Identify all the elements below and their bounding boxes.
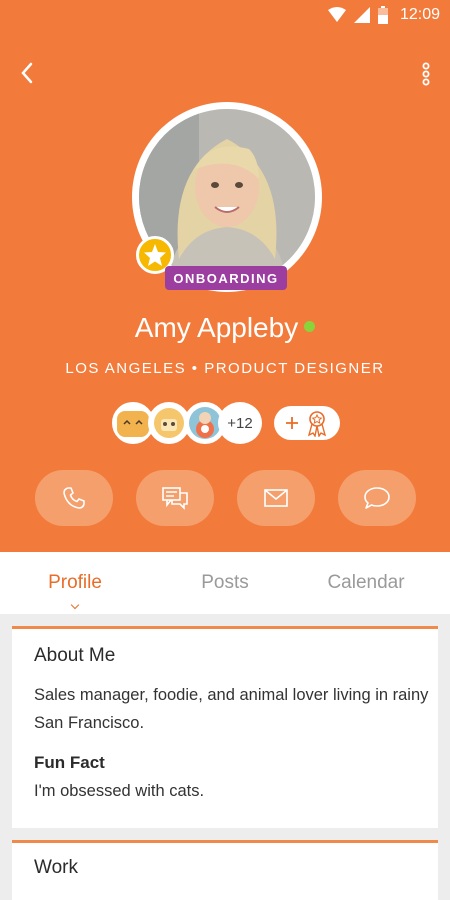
tab-profile[interactable]: Profile	[0, 552, 150, 614]
status-time: 12:09	[399, 6, 440, 23]
chat-icon	[364, 487, 390, 509]
mail-icon	[264, 489, 288, 507]
profile-name-text: Amy Appleby	[134, 312, 299, 343]
profile-header: 12:09 ONBOARDING Amy Appleby LOS ANGELES…	[0, 0, 450, 552]
work-title: Work	[34, 857, 78, 878]
team-more-count[interactable]: +12	[218, 402, 262, 444]
tab-calendar[interactable]: Calendar	[291, 552, 441, 614]
onboarding-badge: ONBOARDING	[165, 266, 287, 290]
battery-icon	[377, 6, 388, 24]
messages-icon	[162, 487, 188, 510]
messages-button[interactable]	[136, 470, 214, 526]
signal-icon	[353, 7, 370, 23]
back-button[interactable]	[12, 56, 42, 90]
profile-subtitle: LOS ANGELES • PRODUCT DESIGNER	[65, 360, 385, 377]
tab-profile-label: Profile	[48, 572, 102, 593]
profile-name: Amy Appleby	[0, 312, 450, 344]
team-avatar-icon	[154, 408, 184, 438]
more-options-button[interactable]	[416, 58, 436, 90]
award-icon	[307, 411, 327, 437]
profile-tabs: Profile Posts Calendar	[0, 552, 450, 614]
tab-calendar-label: Calendar	[327, 572, 405, 593]
tab-posts[interactable]: Posts	[150, 552, 300, 614]
email-button[interactable]	[237, 470, 315, 526]
call-button[interactable]	[35, 470, 113, 526]
chat-button[interactable]	[338, 470, 416, 526]
about-title: About Me	[34, 645, 116, 666]
phone-icon	[63, 487, 85, 509]
active-tab-indicator	[70, 600, 80, 610]
status-bar: 12:09	[0, 0, 450, 32]
wifi-icon	[327, 7, 346, 22]
team-avatar-icon	[117, 411, 149, 437]
chevron-left-icon	[21, 62, 33, 84]
plus-icon	[286, 417, 298, 429]
work-card: Work	[12, 840, 438, 900]
more-vertical-icon	[422, 62, 430, 86]
fun-fact-title: Fun Fact	[34, 753, 105, 772]
add-award-button[interactable]	[274, 406, 340, 440]
about-text: Sales manager, foodie, and animal lover …	[34, 686, 429, 732]
team-avatars: +12	[112, 402, 352, 446]
online-status-dot	[304, 321, 316, 333]
tab-posts-label: Posts	[201, 572, 249, 593]
about-card: About Me Sales manager, foodie, and anim…	[12, 626, 438, 828]
fun-fact-text: I'm obsessed with cats.	[34, 782, 205, 800]
